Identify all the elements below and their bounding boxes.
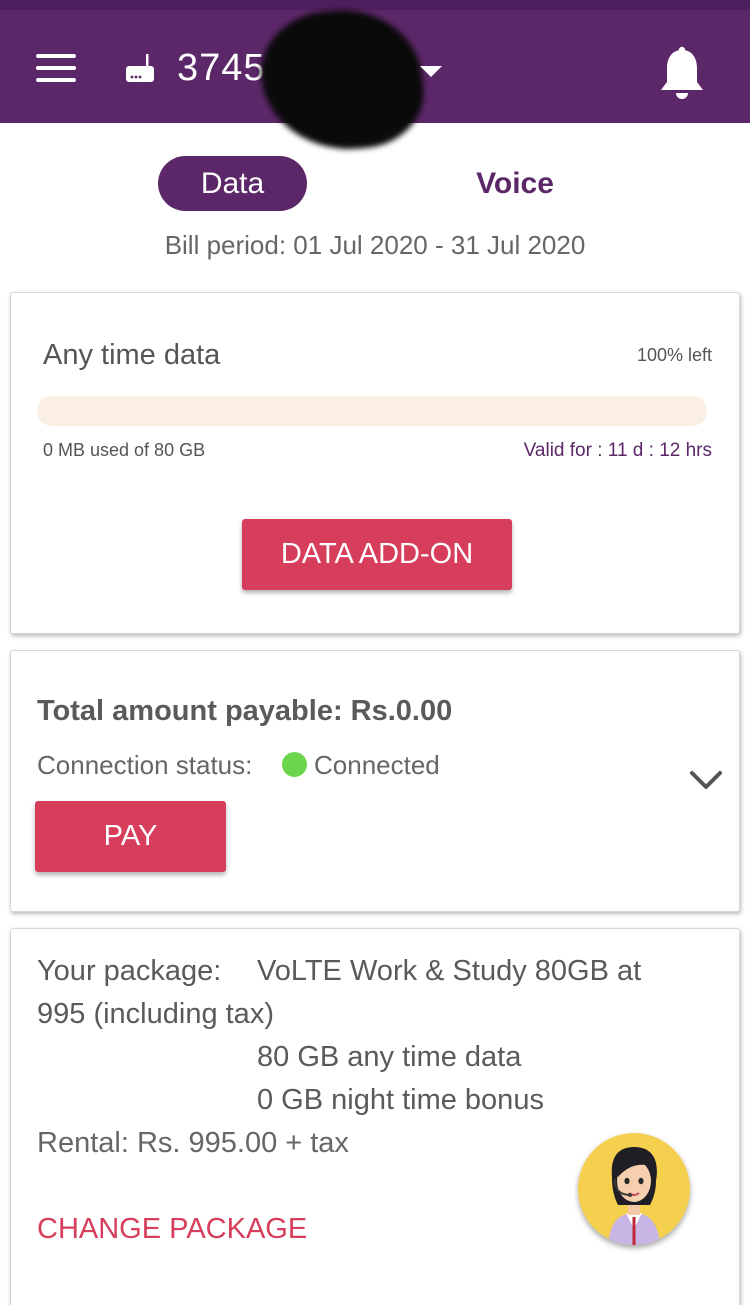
caret-down-icon[interactable] [420,66,442,77]
usage-title: Any time data [43,339,221,371]
status-bar [0,0,750,10]
payment-card: Total amount payable: Rs.0.00 Connection… [10,650,740,912]
router-icon [126,54,154,82]
pay-button[interactable]: PAY [35,801,226,872]
connection-status-dot [282,752,307,777]
data-usage-card: Any time data 100% left 0 MB used of 80 … [10,292,740,634]
tab-data[interactable]: Data [158,156,307,211]
usage-validity: Valid for : 11 d : 12 hrs [523,440,712,461]
bell-icon[interactable] [658,46,706,104]
package-feature-anytime-data: 80 GB any time data [257,1041,522,1073]
change-package-button[interactable]: CHANGE PACKAGE [37,1213,307,1246]
bill-period: Bill period: 01 Jul 2020 - 31 Jul 2020 [164,230,586,260]
data-addon-button[interactable]: DATA ADD-ON [242,519,512,590]
usage-used-text: 0 MB used of 80 GB [43,440,206,460]
connection-status-label: Connection status: [37,750,253,780]
virtual-assistant-avatar-icon[interactable] [578,1133,690,1245]
usage-percent-left: 100% left [636,345,712,365]
app-header: 374599434 [0,2,750,158]
connection-status-value: Connected [314,750,440,780]
usage-progress-bar [37,396,707,426]
redaction-mark [255,2,429,158]
hamburger-menu-icon[interactable] [36,54,76,82]
package-name-line-1: VoLTE Work & Study 80GB at [257,955,642,987]
package-rental: Rental: Rs. 995.00 + tax [37,1127,349,1159]
package-card: Your package: VoLTE Work & Study 80GB at… [10,928,740,1305]
package-feature-night-bonus: 0 GB night time bonus [257,1084,544,1116]
chevron-down-icon[interactable] [689,767,723,793]
package-label: Your package: [37,955,222,987]
package-name-line-2: 995 (including tax) [37,998,274,1030]
tab-voice[interactable]: Voice [440,156,590,211]
total-amount-payable: Total amount payable: Rs.0.00 [37,695,453,727]
